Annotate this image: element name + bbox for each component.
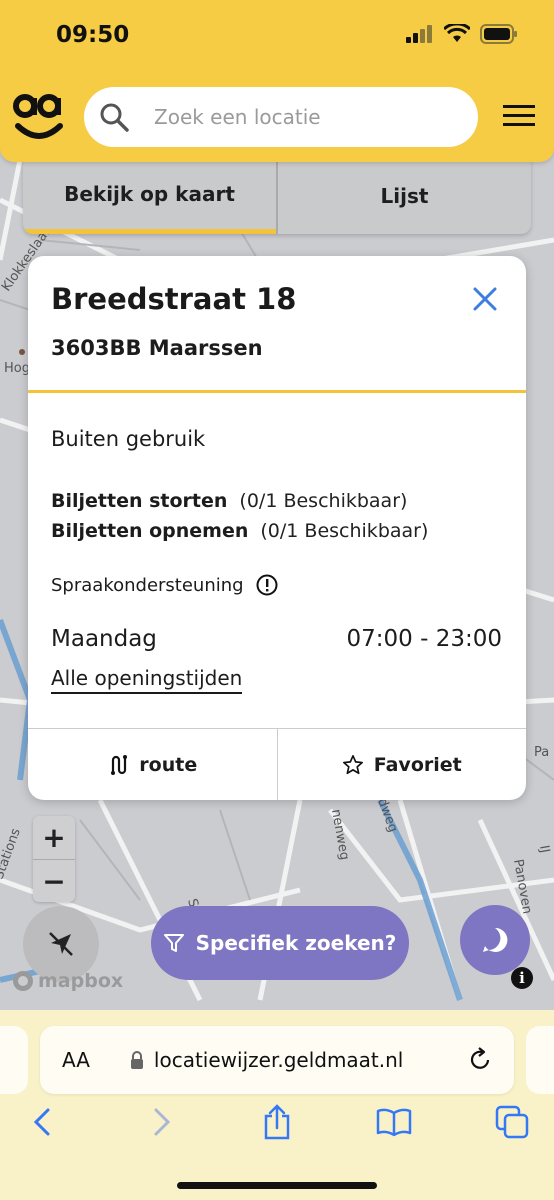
service-availability: (0/1 Beschikbaar) (239, 490, 408, 512)
help-button[interactable]: ? (460, 905, 530, 975)
info-circle-icon[interactable] (256, 574, 278, 596)
map-label: IJ (536, 844, 552, 854)
help-icon: ? (483, 927, 508, 952)
chevron-right-icon (154, 1108, 171, 1136)
specific-search-button[interactable]: Specifiek zoeken? (151, 906, 409, 980)
search-icon (100, 103, 129, 132)
back-button[interactable] (22, 1102, 62, 1142)
location-title: Breedstraat 18 (51, 282, 297, 316)
search-input[interactable] (154, 105, 454, 129)
favorite-button[interactable]: Favoriet (276, 729, 527, 800)
location-card: Breedstraat 18 3603BB Maarssen Buiten ge… (28, 256, 526, 800)
specific-search-label: Specifiek zoeken? (195, 931, 397, 955)
status-time: 09:50 (56, 22, 130, 48)
svg-text:?: ? (491, 931, 500, 949)
search-bar[interactable] (84, 87, 478, 147)
next-tab-peek[interactable] (526, 1026, 554, 1094)
route-label: route (139, 753, 198, 776)
filter-icon (163, 934, 184, 952)
location-off-icon (49, 932, 73, 956)
tab-map[interactable]: Bekijk op kaart (23, 158, 276, 234)
app-header: 09:50 (0, 0, 554, 162)
cellular-signal-icon (406, 25, 432, 43)
browser-toolbar: AA locatiewijzer.geldmaat.nl (0, 1010, 554, 1200)
forward-button[interactable] (142, 1102, 182, 1142)
zoom-control: + − (33, 816, 75, 902)
url-text: locatiewijzer.geldmaat.nl (153, 1048, 404, 1072)
tabs-icon (495, 1105, 529, 1139)
speech-support-label: Spraakondersteuning (51, 574, 244, 596)
service-name: Biljetten storten (51, 490, 228, 512)
close-icon[interactable] (472, 286, 498, 312)
wifi-icon (444, 24, 470, 42)
map-label: nenweg (328, 808, 352, 861)
map-label: dweg (374, 796, 400, 834)
star-icon (342, 754, 363, 774)
zoom-out-button[interactable]: − (33, 859, 75, 902)
lock-icon (130, 1051, 143, 1069)
opening-day: Maandag (51, 626, 157, 652)
view-tabs: Bekijk op kaart Lijst (23, 158, 531, 234)
previous-tab-peek[interactable] (0, 1026, 28, 1094)
mapbox-logo-icon (13, 971, 33, 991)
mapbox-attribution[interactable]: mapbox (12, 970, 123, 992)
service-name: Biljetten opnemen (51, 520, 249, 542)
bookmarks-button[interactable] (374, 1102, 414, 1142)
zoom-in-button[interactable]: + (33, 816, 75, 859)
service-row: Biljetten storten (0/1 Beschikbaar) (51, 490, 407, 512)
share-button[interactable] (257, 1102, 297, 1142)
location-city: 3603BB Maarssen (51, 336, 263, 360)
map-label: Stations (0, 826, 24, 881)
favorite-label: Favoriet (373, 753, 462, 776)
book-icon (376, 1108, 412, 1137)
map-label: Pa (534, 745, 549, 760)
route-icon (111, 754, 128, 775)
service-availability: (0/1 Beschikbaar) (260, 520, 429, 542)
all-opening-hours-link[interactable]: Alle openingstijden (51, 666, 243, 694)
tab-list[interactable]: Lijst (276, 158, 531, 234)
status-icons (406, 24, 518, 44)
share-icon (264, 1104, 290, 1140)
hamburger-menu-icon[interactable] (503, 104, 535, 128)
home-indicator[interactable] (177, 1182, 377, 1189)
speech-support: Spraakondersteuning (51, 574, 278, 596)
card-actions: route Favoriet (28, 728, 526, 800)
service-row: Biljetten opnemen (0/1 Beschikbaar) (51, 520, 428, 542)
card-divider (28, 390, 526, 393)
map-info-button[interactable]: i (511, 967, 533, 989)
route-button[interactable]: route (28, 729, 277, 800)
opening-hours: 07:00 - 23:00 (346, 626, 503, 652)
address-bar[interactable]: AA locatiewijzer.geldmaat.nl (40, 1026, 514, 1094)
reader-settings-button[interactable]: AA (62, 1048, 90, 1072)
geldmaat-logo-icon[interactable] (12, 88, 66, 146)
chevron-left-icon (33, 1108, 50, 1136)
map-label: Hog (4, 361, 30, 376)
battery-icon (480, 24, 517, 44)
mapbox-label: mapbox (38, 970, 124, 992)
reload-icon[interactable] (468, 1046, 492, 1072)
location-status: Buiten gebruik (51, 427, 206, 451)
tabs-button[interactable] (492, 1102, 532, 1142)
